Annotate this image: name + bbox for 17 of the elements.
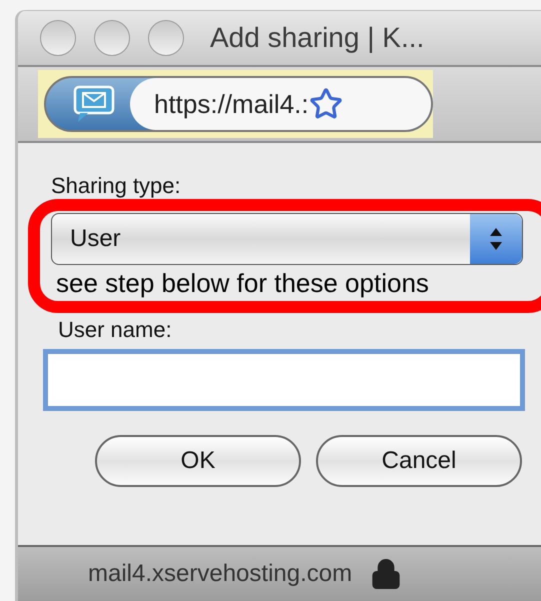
lock-icon	[370, 558, 402, 590]
field-label: User name:	[58, 317, 172, 343]
user-name-field[interactable]	[43, 349, 525, 411]
window-control-button[interactable]	[94, 20, 130, 56]
window-control-button[interactable]	[148, 20, 184, 56]
sharing-type-select[interactable]: User	[51, 213, 523, 265]
window-control-button[interactable]	[40, 20, 76, 56]
annotation-note: see step below for these options	[56, 267, 429, 299]
dialog-button[interactable]: OK	[95, 435, 301, 487]
mail-icon[interactable]	[72, 84, 116, 124]
bookmark-star-icon[interactable]	[308, 87, 343, 121]
stepper-icon	[470, 214, 522, 264]
field-label: Sharing type:	[51, 173, 181, 199]
dialog-button[interactable]: Cancel	[316, 435, 522, 487]
window-title: Add sharing | K...	[210, 21, 424, 55]
status-host: mail4.xservehosting.com	[88, 559, 352, 589]
url-field[interactable]: https://mail4.:	[130, 78, 431, 130]
